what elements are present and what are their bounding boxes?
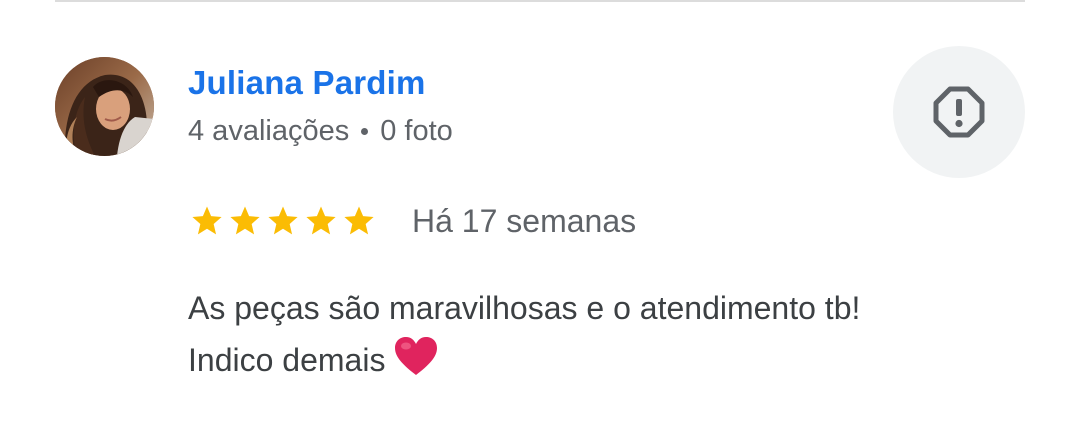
avatar-photo [55,57,154,156]
reviewer-name[interactable]: Juliana Pardim [188,64,426,102]
red-heart-icon [395,337,438,375]
top-divider [55,0,1025,2]
photos-count: 0 foto [380,115,453,147]
reviews-count: 4 avaliações [188,115,350,147]
star-icon [268,206,298,235]
rating-stars [190,204,376,238]
review-text: As peças são maravilhosas e o atendiment… [188,282,1048,386]
star-icon [192,206,222,235]
report-button[interactable] [893,46,1025,178]
reviewer-meta: 4 avaliações 0 foto [188,115,453,148]
review-text-line-2-content: Indico demais [188,342,386,378]
star-icon [306,206,336,235]
separator-dot [361,128,369,135]
review-text-line-1: As peças são maravilhosas e o atendiment… [188,290,861,326]
review-text-line-2: Indico demais [188,334,1048,386]
review-time: Há 17 semanas [412,203,637,239]
star-icon [230,206,260,235]
report-icon [933,86,985,138]
star-icon [344,206,374,235]
avatar[interactable] [55,57,154,156]
